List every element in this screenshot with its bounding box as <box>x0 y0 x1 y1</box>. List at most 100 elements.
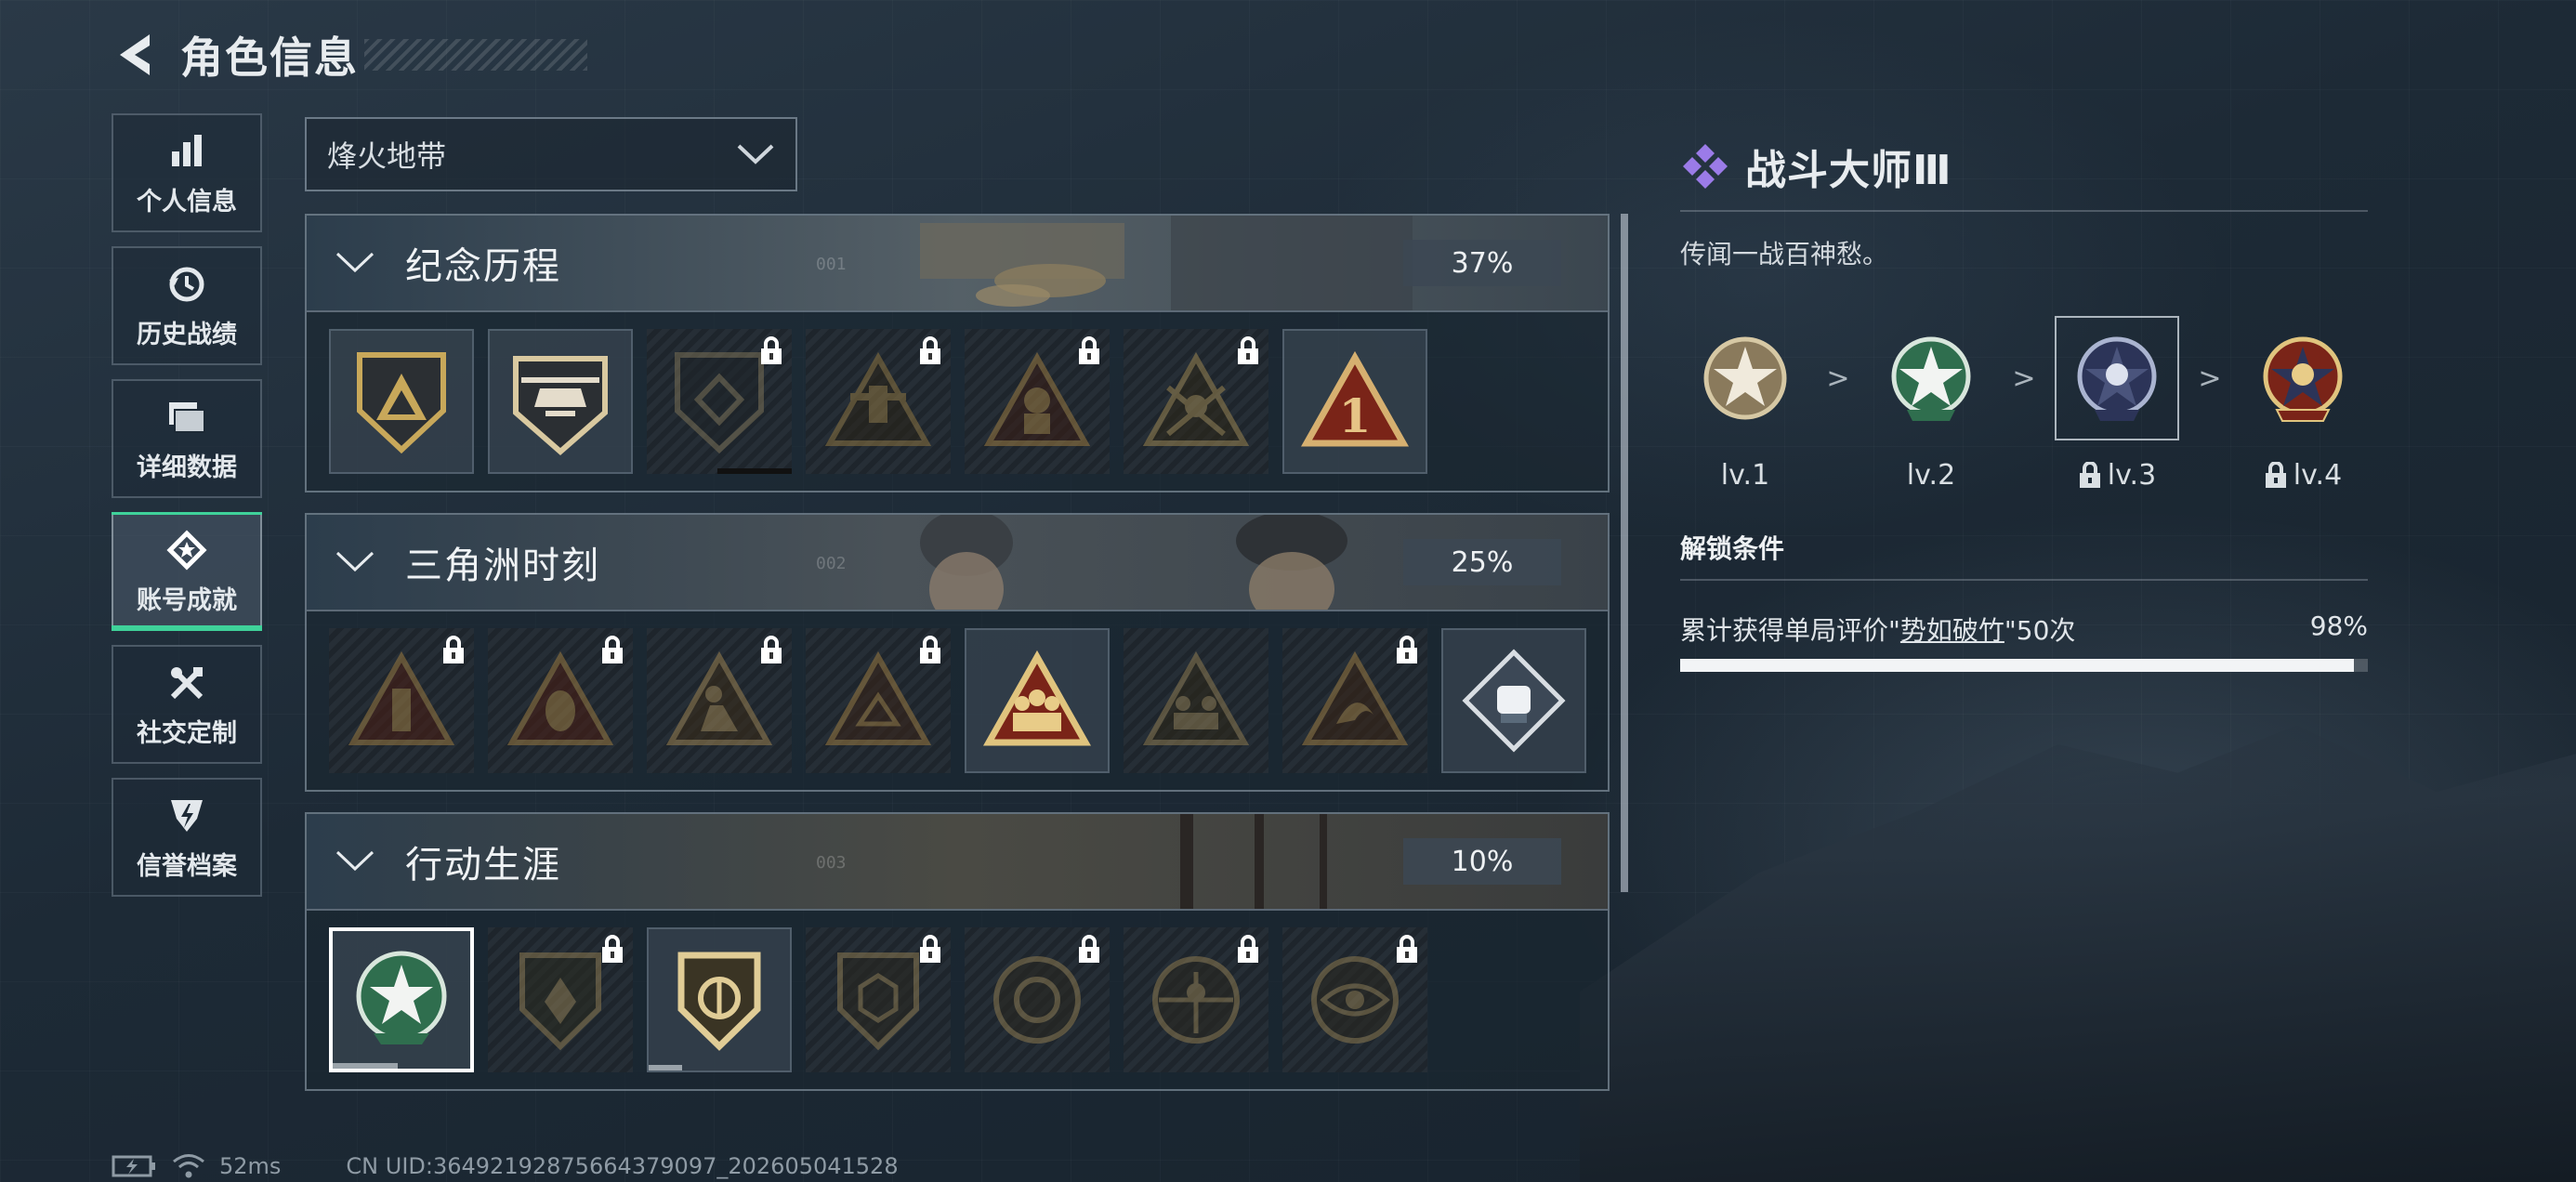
history-icon <box>164 262 209 307</box>
unlock-condition-title: 解锁条件 <box>1680 533 1785 564</box>
achievement-badge[interactable] <box>1124 329 1268 474</box>
folder-icon <box>164 395 209 440</box>
level-label-row: lv.4 <box>2264 459 2342 492</box>
page-title: 角色信息 <box>180 33 359 83</box>
dropdown-value: 烽火地带 <box>327 138 447 174</box>
achievement-badge[interactable] <box>965 628 1110 773</box>
lock-icon <box>920 336 940 364</box>
achievement-description: 传闻一战百神愁。 <box>1680 239 1889 269</box>
gold-shield-badge-icon <box>677 952 761 1051</box>
level-label: lv.4 <box>2293 459 2343 492</box>
sidebar-item-achievements[interactable]: 账号成就 <box>112 512 262 631</box>
level-2[interactable]: lv.2 <box>1866 316 1996 492</box>
helicopter-badge-icon <box>513 356 608 455</box>
level-4[interactable]: lv.4 <box>2238 316 2368 492</box>
sidebar-item-label: 信誉档案 <box>137 851 237 881</box>
navy-skull-medal-icon <box>2077 336 2157 421</box>
lock-icon <box>602 935 623 963</box>
achievement-badge[interactable] <box>647 927 792 1072</box>
condition-percent: 98% <box>2309 611 2368 641</box>
level-1[interactable]: lv.1 <box>1680 316 1810 492</box>
achievement-badge[interactable] <box>1282 927 1427 1072</box>
title-decoration <box>364 39 587 71</box>
section-title: 行动生涯 <box>405 844 561 886</box>
divider <box>1680 210 2368 212</box>
lock-icon <box>1397 636 1417 663</box>
sidebar-item-details[interactable]: 详细数据 <box>112 379 262 498</box>
achievement-badge[interactable] <box>806 927 951 1072</box>
achievement-badge[interactable] <box>806 628 951 773</box>
achievement-badge[interactable] <box>1124 628 1268 773</box>
diamond-fist-badge-icon <box>1462 649 1566 753</box>
diamond-shield-badge-icon <box>675 352 764 454</box>
achievement-detail-panel: 战斗大师Ⅲ 传闻一战百神愁。 lv.1 > lv.2 > lv.3 > lv.4… <box>1680 136 2368 672</box>
back-button[interactable] <box>110 30 160 80</box>
section-header[interactable]: 纪念历程 001 37% <box>307 216 1608 312</box>
chevron-down-icon <box>335 550 390 574</box>
achievement-section: 行动生涯 003 10% <box>305 812 1610 1091</box>
lock-icon <box>761 336 782 364</box>
achievement-badge[interactable] <box>647 628 792 773</box>
green-star-medal-icon <box>356 951 447 1044</box>
purple-diamond-icon <box>1683 144 1728 189</box>
achievement-badge[interactable]: 1 <box>1282 329 1427 474</box>
sidebar-item-personal-info[interactable]: 个人信息 <box>112 113 262 232</box>
sidebar-item-history[interactable]: 历史战绩 <box>112 246 262 365</box>
level-medal <box>1683 316 1807 440</box>
sidebar-item-reputation[interactable]: 信誉档案 <box>112 778 262 897</box>
achievement-badge[interactable] <box>329 628 474 773</box>
level-label: lv.1 <box>1720 459 1770 492</box>
sidebar-item-label: 历史战绩 <box>137 320 237 349</box>
scrollbar-thumb[interactable] <box>1621 214 1628 892</box>
badge-row <box>307 611 1608 790</box>
lock-icon <box>602 636 623 663</box>
badge-row: 1 <box>307 312 1608 491</box>
battery-icon <box>112 1155 155 1177</box>
unlock-condition-text: 累计获得单局评价"势如破竹"50次 <box>1680 611 2075 648</box>
achievement-badge[interactable] <box>1124 927 1268 1072</box>
sidebar-item-social[interactable]: 社交定制 <box>112 645 262 764</box>
section-progress: 25% <box>1403 539 1561 585</box>
achievement-badge[interactable] <box>1441 628 1586 773</box>
achievement-section: 三角洲时刻 002 25% <box>305 513 1610 792</box>
reputation-icon <box>164 794 209 838</box>
level-separator: > <box>2012 362 2036 395</box>
section-header[interactable]: 三角洲时刻 002 25% <box>307 515 1608 611</box>
unlock-condition-row: 累计获得单局评价"势如破竹"50次 98% <box>1680 611 2368 648</box>
achievement-badge[interactable] <box>965 329 1110 474</box>
shield-emblem-badge-icon <box>519 952 601 1051</box>
wifi-icon <box>173 1154 204 1178</box>
achievement-badge-selected[interactable] <box>329 927 474 1072</box>
lock-icon <box>920 636 940 663</box>
achievement-badge[interactable] <box>488 927 633 1072</box>
achievement-badge[interactable] <box>965 927 1110 1072</box>
badge-progress-bar <box>717 468 792 474</box>
shield-triangle-badge-icon <box>357 352 446 454</box>
ping-value: 52ms <box>219 1153 282 1179</box>
achievement-badge[interactable] <box>806 329 951 474</box>
achievement-title: 战斗大师Ⅲ <box>1745 147 1952 194</box>
divider <box>1680 579 2368 581</box>
lock-icon <box>1397 935 1417 963</box>
lock-icon <box>1079 336 1099 364</box>
hex-shield-badge-icon <box>837 952 919 1051</box>
number-one-triangle-badge-icon: 1 <box>1301 350 1409 447</box>
section-title: 三角洲时刻 <box>405 545 600 587</box>
level-3[interactable]: lv.3 <box>2052 316 2182 492</box>
list-scrollbar[interactable] <box>1621 214 1628 892</box>
achievement-badge[interactable] <box>488 628 633 773</box>
section-number: 003 <box>816 853 847 873</box>
lock-icon <box>920 935 940 963</box>
background-mountain <box>1580 725 2576 1182</box>
achievement-badge[interactable] <box>1282 628 1427 773</box>
achievement-badge[interactable] <box>647 329 792 474</box>
section-header[interactable]: 行动生涯 003 10% <box>307 814 1608 911</box>
mode-dropdown[interactable]: 烽火地带 <box>305 117 797 191</box>
lock-icon <box>443 636 464 663</box>
condition-prefix: 累计获得单局评价" <box>1680 615 1900 646</box>
achievement-badge[interactable] <box>488 329 633 474</box>
achievement-badge[interactable] <box>329 329 474 474</box>
tan-star-medal-icon <box>1703 336 1787 420</box>
user-uid: CN UID:36492192875664379097_202605041528 <box>346 1153 899 1179</box>
condition-link[interactable]: 势如破竹 <box>1900 615 2004 646</box>
